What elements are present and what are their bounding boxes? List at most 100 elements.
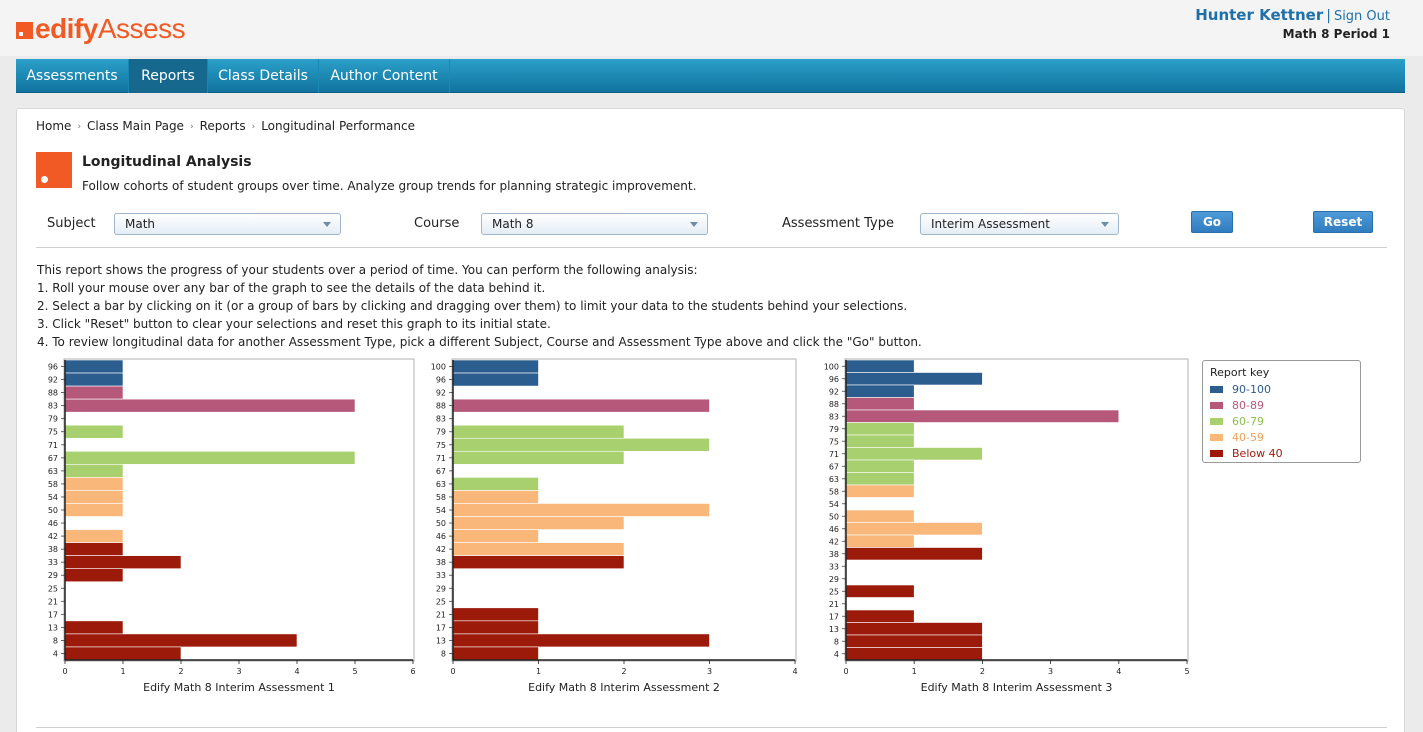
chart-bar[interactable] [452,372,539,387]
y-tick-label: 100 [824,362,839,371]
y-tick-label: 29 [436,584,446,593]
chart-bar[interactable] [845,609,915,623]
legend-label: 90-100 [1232,382,1271,396]
y-tick-label: 4 [53,649,58,658]
chart-bar[interactable] [845,359,915,373]
chart-assessment-3-svg[interactable]: 1009692888379757167635854504642383329252… [820,358,1200,704]
course-select[interactable]: Math 8 [481,213,708,235]
chart-bar[interactable] [64,451,356,465]
chart-bar[interactable] [64,646,182,661]
chart-bar[interactable] [845,447,983,461]
y-tick-label: 88 [48,389,58,398]
reset-button[interactable]: Reset [1313,211,1373,233]
chart-bar[interactable] [845,472,915,486]
edify-assess-logo[interactable]: edify Assess [16,13,186,45]
subject-select[interactable]: Math [114,213,341,235]
chart-bar[interactable] [64,359,124,374]
chart-bar[interactable] [64,464,124,478]
chart-bar[interactable] [845,484,915,498]
chart-bar[interactable] [64,503,124,517]
current-class-name: Math 8 Period 1 [1282,27,1390,41]
longitudinal-analysis-icon [36,152,72,188]
chart-bar[interactable] [64,620,124,635]
chart-bar[interactable] [845,434,915,448]
tab-class-details[interactable]: Class Details [208,59,319,93]
course-label: Course [414,216,460,231]
chart-bar[interactable] [64,529,124,543]
chart-bar[interactable] [845,509,915,523]
chart-bar[interactable] [452,607,539,622]
y-tick-label: 42 [829,537,839,546]
chart-bar[interactable] [64,633,298,648]
x-tick-label: 1 [120,667,125,676]
chart-bar[interactable] [64,555,182,569]
go-button[interactable]: Go [1191,211,1233,233]
tab-assessments[interactable]: Assessments [16,59,129,93]
chart-assessment-3[interactable]: 100 96 92 88 83 79 75 71 67 63 58 54 50 46 42 38 33 29 25 2… [820,358,1200,708]
y-tick-label: 63 [829,475,839,484]
chart-title: Edify Math 8 Interim Assessment 2 [528,681,720,694]
chart-bar[interactable] [845,584,915,598]
chart-bar[interactable] [845,522,983,536]
chart-bar[interactable] [64,490,124,504]
user-name[interactable]: Hunter Kettner [1195,6,1323,24]
chart-bar[interactable] [64,477,124,491]
chart-bar[interactable] [64,385,124,400]
legend-label: 80-89 [1232,398,1264,412]
chart-bar[interactable] [845,459,915,473]
subject-select-value: Math [125,217,156,231]
x-tick-label: 5 [1184,667,1189,676]
sign-out-link[interactable]: Sign Out [1334,9,1390,24]
chart-bar[interactable] [452,359,539,374]
chart-bar[interactable] [64,568,124,583]
breadcrumb-home[interactable]: Home [36,119,71,135]
chart-assessment-1[interactable]: 96 92 88 83 79 75 71 67 63 58 54 50 46 42 38 33 29 25 21 17… [39,358,429,708]
chart-bar[interactable] [452,620,539,635]
breadcrumb-class-main-page[interactable]: Class Main Page [87,119,184,135]
chart-bar[interactable] [64,398,356,413]
bottom-divider [36,727,1387,728]
tab-reports[interactable]: Reports [129,59,208,93]
chart-bar[interactable] [452,424,625,439]
chart-bar[interactable] [845,372,983,386]
chart-bar[interactable] [845,422,915,436]
tab-author-content[interactable]: Author Content [319,59,450,93]
chart-bar[interactable] [64,542,124,556]
legend-title: Report key [1210,366,1270,379]
chart-bar[interactable] [845,622,983,636]
x-tick-label: 3 [236,667,241,676]
y-tick-label: 83 [829,412,839,421]
chart-bar[interactable] [845,534,915,548]
chart-bar[interactable] [845,547,983,561]
x-tick-label: 2 [980,667,985,676]
chart-bar[interactable] [452,542,625,556]
chart-assessment-2[interactable]: 100 96 92 88 83 79 75 71 67 63 58 54 50 46 42 38 33 29 25 2… [431,358,813,708]
chart-bar[interactable] [452,490,539,504]
logo-text-edify: edify [35,13,98,44]
chart-bar[interactable] [64,424,124,439]
chart-bar[interactable] [452,633,710,648]
main-panel: Home › Class Main Page › Reports › Longi… [16,108,1405,732]
assessment-type-select[interactable]: Interim Assessment [920,213,1119,235]
breadcrumb-reports[interactable]: Reports [200,119,246,135]
chart-bar[interactable] [452,555,625,569]
chart-bar[interactable] [845,397,915,411]
chart-bar[interactable] [452,503,710,517]
chart-bar[interactable] [452,477,539,491]
chart-bar[interactable] [452,516,625,530]
chart-bar[interactable] [452,529,539,543]
chart-bar[interactable] [845,647,983,661]
chart-assessment-1-svg[interactable]: 9692888379757167635854504642383329252117… [39,358,429,704]
chart-bar[interactable] [452,451,625,465]
x-tick-label: 4 [792,667,797,676]
chart-bar[interactable] [452,646,539,661]
chart-bar[interactable] [452,437,710,452]
chart-bar[interactable] [845,409,1120,423]
chart-assessment-2-svg[interactable]: 1009692888379757167635854504642383329252… [431,358,813,704]
chart-bar[interactable] [845,384,915,398]
y-tick-label: 42 [48,532,58,541]
chart-bar[interactable] [64,372,124,387]
y-tick-label: 38 [436,558,446,567]
chart-bar[interactable] [845,634,983,648]
chart-bar[interactable] [452,398,710,413]
